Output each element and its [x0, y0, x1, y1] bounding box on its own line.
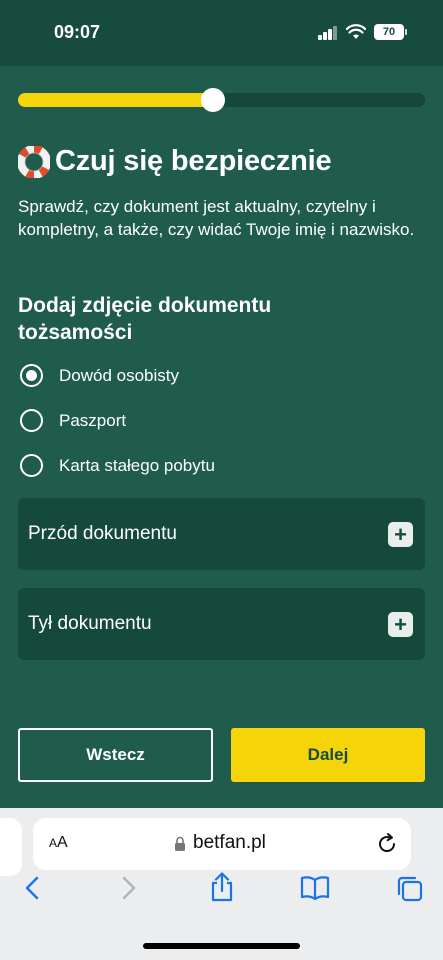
progress-bar — [18, 88, 425, 112]
battery-icon: 70 — [374, 24, 404, 40]
radio-button[interactable] — [20, 364, 43, 387]
wifi-icon — [346, 24, 366, 39]
upload-front-card[interactable]: Przód dokumentu + — [18, 498, 425, 570]
home-indicator — [143, 943, 300, 949]
forward-arrow-icon[interactable] — [115, 875, 141, 901]
radio-label: Karta stałego pobytu — [59, 455, 215, 475]
share-icon[interactable] — [208, 872, 236, 902]
radio-button[interactable] — [20, 454, 43, 477]
lock-icon — [175, 836, 185, 851]
next-button[interactable]: Dalej — [231, 728, 425, 782]
upload-back-card[interactable]: Tył dokumentu + — [18, 588, 425, 660]
upload-label: Przód dokumentu — [28, 523, 177, 544]
bookmarks-icon[interactable] — [300, 875, 330, 901]
tabs-icon[interactable] — [396, 875, 424, 903]
previous-tab[interactable] — [0, 818, 22, 876]
text-size-button[interactable]: AA — [49, 834, 68, 852]
radio-option-passport[interactable]: Paszport — [20, 409, 126, 432]
signal-icon — [318, 26, 338, 40]
progress-fill — [18, 93, 214, 107]
plus-icon[interactable]: + — [388, 611, 413, 637]
radio-option-residence-card[interactable]: Karta stałego pobytu — [20, 454, 215, 477]
radio-label: Dowód osobisty — [59, 365, 180, 385]
radio-button[interactable] — [20, 409, 43, 432]
plus-icon[interactable]: + — [388, 521, 413, 547]
address-bar[interactable]: AA betfan.pl — [33, 818, 411, 870]
reload-icon[interactable] — [376, 833, 398, 855]
status-time: 09:07 — [54, 22, 101, 42]
lifebuoy-icon — [18, 145, 50, 178]
progress-thumb — [201, 88, 226, 112]
page-description: Sprawdź, czy dokument jest aktualny, czy… — [18, 197, 415, 239]
battery-tip — [405, 29, 407, 35]
radio-option-id-card[interactable]: Dowód osobisty — [20, 364, 179, 387]
url-text: betfan.pl — [193, 832, 266, 853]
status-bar: 09:07 70 — [0, 0, 443, 66]
back-button[interactable]: Wstecz — [18, 728, 213, 782]
back-arrow-icon[interactable] — [20, 875, 46, 901]
section-title: Dodaj zdjęcie dokumentu tożsamości — [18, 294, 272, 344]
upload-label: Tył dokumentu — [28, 613, 152, 634]
page-heading: Czuj się bezpiecznie — [18, 145, 428, 178]
radio-label: Paszport — [59, 410, 127, 430]
page-title: Czuj się bezpiecznie — [55, 145, 332, 177]
